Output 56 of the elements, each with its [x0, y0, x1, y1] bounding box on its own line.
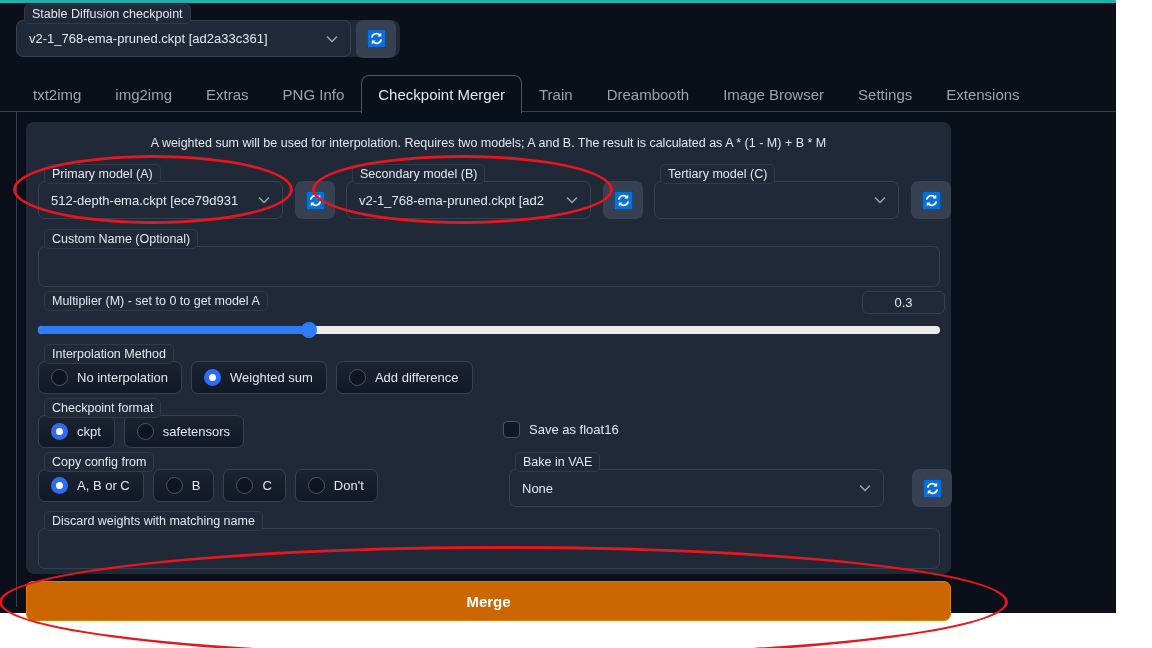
field-label: Secondary model (B)	[352, 164, 486, 184]
refresh-button[interactable]	[912, 469, 952, 507]
dropdown[interactable]: v2-1_768-ema-pruned.ckpt [ad2	[346, 181, 591, 219]
tab[interactable]: Image Browser	[706, 75, 842, 112]
tab[interactable]: Train	[522, 75, 590, 112]
chevron-icon	[326, 34, 338, 43]
radio-option[interactable]: Weighted sum	[191, 361, 327, 394]
refresh-button[interactable]	[356, 19, 396, 58]
refresh-icon	[305, 190, 325, 210]
refresh-icon	[922, 478, 942, 498]
radio-option[interactable]: Don't	[294, 469, 378, 502]
chevron-icon	[874, 196, 886, 204]
field-label: Bake in VAE	[515, 452, 601, 472]
chevron-icon	[566, 196, 578, 204]
refresh-button[interactable]	[911, 181, 951, 219]
field-label: Stable Diffusion checkpoint	[24, 4, 191, 24]
checkbox[interactable]	[503, 420, 520, 438]
tab[interactable]: txt2img	[16, 75, 99, 112]
field-label: Primary model (A)	[44, 164, 161, 184]
text-field[interactable]	[38, 246, 940, 287]
refresh-button[interactable]	[295, 181, 335, 219]
field-label: Tertiary model (C)	[660, 164, 776, 184]
number-field[interactable]: 0.3	[862, 291, 945, 314]
field-label: Custom Name (Optional)	[44, 229, 199, 249]
checkpoint-dropdown[interactable]: v2-1_768-ema-pruned.ckpt [ad2a33c361]	[16, 20, 351, 57]
radio-option[interactable]: B	[152, 469, 215, 502]
radio-option[interactable]: safetensors	[123, 415, 245, 448]
radio-option[interactable]: No interpolation	[38, 361, 183, 394]
radio-option[interactable]: Add difference	[335, 361, 473, 394]
chevron-icon	[859, 484, 871, 492]
refresh-icon	[366, 29, 386, 48]
slider-thumb[interactable]	[300, 322, 317, 338]
chevron-icon	[258, 196, 270, 204]
dropdown[interactable]: None	[509, 469, 884, 507]
refresh-icon	[921, 190, 941, 210]
field-label: Copy config from	[44, 452, 155, 472]
merge-button[interactable]: Merge	[26, 581, 951, 621]
description-text: A weighted sum will be used for interpolation. Requires two models; A and B. The result is calculated as A * (1 - M) + B * M	[149, 136, 828, 150]
field-label: Interpolation Method	[44, 344, 174, 364]
field-label: Checkpoint format	[44, 398, 162, 418]
tab[interactable]: PNG Info	[265, 75, 362, 112]
tab[interactable]: Extras	[189, 75, 266, 112]
refresh-icon	[613, 190, 633, 210]
tab[interactable]: Extensions	[929, 75, 1037, 112]
text-field[interactable]	[38, 528, 940, 569]
tab[interactable]: Checkpoint Merger	[361, 75, 522, 113]
dropdown[interactable]: 512-depth-ema.ckpt [ece79d931	[38, 181, 283, 219]
radio-option[interactable]: ckpt	[38, 415, 115, 448]
tab[interactable]: Settings	[841, 75, 930, 112]
field-label: Multiplier (M) - set to 0 to get model A	[44, 291, 268, 311]
tab[interactable]: img2img	[98, 75, 190, 112]
radio-option[interactable]: C	[223, 469, 286, 502]
checkbox-label: Save as float16	[529, 421, 619, 437]
field-label: Discard weights with matching name	[44, 511, 263, 531]
refresh-button[interactable]	[603, 181, 643, 219]
tab[interactable]: Dreambooth	[589, 75, 707, 112]
